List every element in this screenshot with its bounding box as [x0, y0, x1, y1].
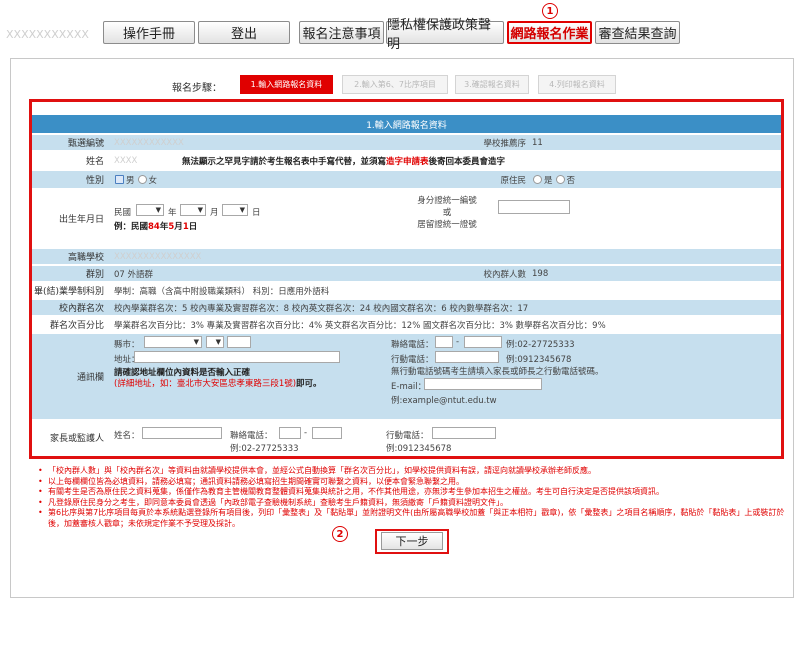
tab-online-registration[interactable]: 網路報名作業: [507, 21, 592, 44]
step-3: 3.確認報名資料: [455, 75, 529, 94]
notes-list: 「校內群人數」與「校內群名次」等資料由就讀學校提供本會，並經公式自動換算「群名次…: [38, 466, 788, 529]
step-2: 2.輸入第6、7比序項目: [342, 75, 448, 94]
top-navigation: XXXXXXXXXXX 操作手冊 登出 報名注意事項 隱私權保護政策聲明 網路報…: [0, 0, 804, 52]
steps-label: 報名步驟：: [172, 83, 222, 94]
step-4: 4.列印報名資料: [538, 75, 616, 94]
step-1: 1.輸入網路報名資料: [240, 75, 333, 94]
tab-logout[interactable]: 登出: [198, 21, 290, 44]
note-item: 凡登錄原住民身分之考生，即同意本委員會透過「內政部電子查驗機制系統」查驗考生戶籍…: [38, 498, 788, 509]
next-button[interactable]: 下一步: [381, 532, 443, 550]
marker-1: 1: [542, 3, 558, 19]
note-item: 第6比序與第7比序項目每頁於本系統點選登錄所有項目後，列印「彙整表」及「黏貼單」…: [38, 508, 788, 529]
note-item: 有關考生是否為原住民之資料蒐集，係僅作為教育主管機關教育整體資料蒐集與統計之用，…: [38, 487, 788, 498]
tab-manual[interactable]: 操作手冊: [103, 21, 195, 44]
tab-review-result[interactable]: 審查結果查詢: [595, 21, 680, 44]
note-item: 以上每欄欄位皆為必填資料，請務必填寫；通訊資料請務必填寫招生期間確實可聯繫之資料…: [38, 477, 788, 488]
note-item: 「校內群人數」與「校內群名次」等資料由就讀學校提供本會，並經公式自動換算「群名次…: [38, 466, 788, 477]
registration-steps: 報名步驟： 1.輸入網路報名資料 2.輸入第6、7比序項目 3.確認報名資料 4…: [0, 75, 804, 95]
user-id: XXXXXXXXXXX: [6, 28, 89, 41]
tab-registration-notes[interactable]: 報名注意事項: [299, 21, 384, 44]
marker-2: 2: [332, 526, 348, 542]
tab-privacy-policy[interactable]: 隱私權保護政策聲明: [386, 18, 504, 52]
form-highlight: [29, 99, 784, 459]
